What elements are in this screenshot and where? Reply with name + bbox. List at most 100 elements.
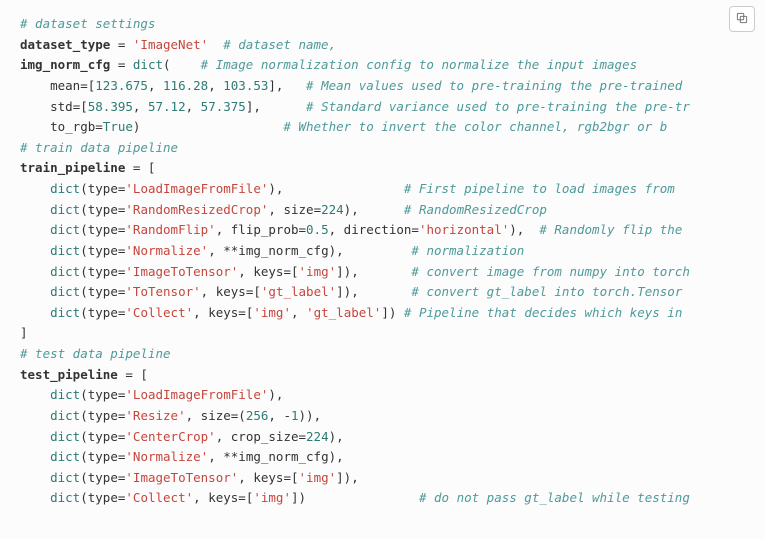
code-token: # test data pipeline: [20, 346, 171, 361]
code-token: type: [88, 408, 118, 423]
code-token: type: [88, 181, 118, 196]
code-token: =: [411, 222, 419, 237]
code-token: ),: [509, 222, 539, 237]
code-token: ]): [381, 305, 404, 320]
code-token: keys: [253, 264, 283, 279]
code-token: =[: [73, 99, 88, 114]
code-token: ,: [148, 78, 163, 93]
code-token: type: [88, 284, 118, 299]
code-token: [20, 305, 50, 320]
code-line: # train data pipeline: [20, 140, 178, 155]
code-token: ,: [186, 408, 201, 423]
code-token: # Standard variance used to pre-training…: [306, 99, 690, 114]
code-token: ]): [291, 490, 419, 505]
code-token: 'img': [253, 305, 291, 320]
code-token: ,: [216, 429, 231, 444]
code-token: # Randomly flip the: [539, 222, 682, 237]
code-token: (: [80, 429, 88, 444]
code-token: type: [88, 387, 118, 402]
code-line: ]: [20, 325, 28, 340]
code-token: dataset_type: [20, 37, 110, 52]
code-token: (: [80, 387, 88, 402]
copy-icon: [735, 11, 749, 28]
code-token: 'Collect': [125, 490, 193, 505]
code-token: 103.53: [223, 78, 268, 93]
code-token: ),: [268, 387, 283, 402]
code-token: # do not pass gt_label while testing: [419, 490, 690, 505]
code-token: = [: [118, 367, 148, 382]
code-token: to_rgb: [50, 119, 95, 134]
code-token: ]: [20, 325, 28, 340]
code-block: # dataset settings dataset_type = 'Image…: [0, 0, 765, 523]
code-token: # normalization: [411, 243, 524, 258]
code-line: dict(type='Collect', keys=['img']) # do …: [20, 490, 690, 505]
code-token: 'img': [299, 470, 337, 485]
code-token: [20, 470, 50, 485]
code-token: # Mean values used to pre-training the p…: [306, 78, 682, 93]
code-token: dict: [50, 264, 80, 279]
code-token: keys: [208, 490, 238, 505]
code-line: dict(type='Resize', size=(256, -1)),: [20, 408, 321, 423]
code-token: 'Resize': [125, 408, 185, 423]
code-token: 'ImageToTensor': [125, 470, 238, 485]
code-token: img_norm_cfg: [238, 449, 328, 464]
code-token: = [: [125, 160, 155, 175]
code-token: , **: [208, 449, 238, 464]
code-token: test_pipeline: [20, 367, 118, 382]
code-token: [20, 490, 50, 505]
code-token: dict: [50, 284, 80, 299]
code-token: dict: [50, 490, 80, 505]
code-line: dict(type='LoadImageFromFile'), # First …: [20, 181, 675, 196]
code-token: =: [314, 202, 322, 217]
code-token: 224: [306, 429, 329, 444]
code-token: 'ToTensor': [125, 284, 200, 299]
code-token: flip_prob: [231, 222, 299, 237]
code-token: type: [88, 490, 118, 505]
code-token: 'Normalize': [125, 243, 208, 258]
code-line: mean=[123.675, 116.28, 103.53], # Mean v…: [20, 78, 682, 93]
code-token: (: [80, 181, 88, 196]
copy-button[interactable]: [729, 6, 755, 32]
code-token: [20, 387, 50, 402]
code-token: [20, 99, 50, 114]
code-token: dict: [50, 470, 80, 485]
code-token: # Image normalization config to normaliz…: [201, 57, 638, 72]
code-token: train_pipeline: [20, 160, 125, 175]
code-token: ]),: [336, 264, 411, 279]
code-token: 57.12: [148, 99, 186, 114]
code-token: [208, 37, 223, 52]
code-token: [20, 222, 50, 237]
code-token: # dataset settings: [20, 16, 155, 31]
code-token: =[: [238, 490, 253, 505]
code-line: dict(type='ImageToTensor', keys=['img'])…: [20, 470, 359, 485]
code-token: [20, 408, 50, 423]
code-token: ],: [268, 78, 306, 93]
code-token: (: [80, 202, 88, 217]
code-token: [20, 181, 50, 196]
code-token: (: [80, 490, 88, 505]
code-token: 0.5: [306, 222, 329, 237]
code-line: dict(type='Collect', keys=['img', 'gt_la…: [20, 305, 682, 320]
code-token: ,: [216, 222, 231, 237]
code-token: =[: [283, 470, 298, 485]
code-token: 'Collect': [125, 305, 193, 320]
code-token: (: [80, 305, 88, 320]
code-token: dict: [50, 222, 80, 237]
code-token: [20, 264, 50, 279]
code-token: ),: [329, 243, 412, 258]
code-token: ,: [268, 202, 283, 217]
code-token: 'ImageNet': [133, 37, 208, 52]
code-token: 'Normalize': [125, 449, 208, 464]
code-token: type: [88, 202, 118, 217]
code-token: dict: [50, 429, 80, 444]
code-token: type: [88, 264, 118, 279]
code-token: (: [80, 408, 88, 423]
code-token: # convert image from numpy into torch: [411, 264, 689, 279]
code-line: train_pipeline = [: [20, 160, 155, 175]
code-token: [20, 78, 50, 93]
code-token: 'img': [299, 264, 337, 279]
code-token: 58.395: [88, 99, 133, 114]
code-token: std: [50, 99, 73, 114]
code-token: # First pipeline to load images from: [404, 181, 675, 196]
code-token: =: [299, 222, 307, 237]
